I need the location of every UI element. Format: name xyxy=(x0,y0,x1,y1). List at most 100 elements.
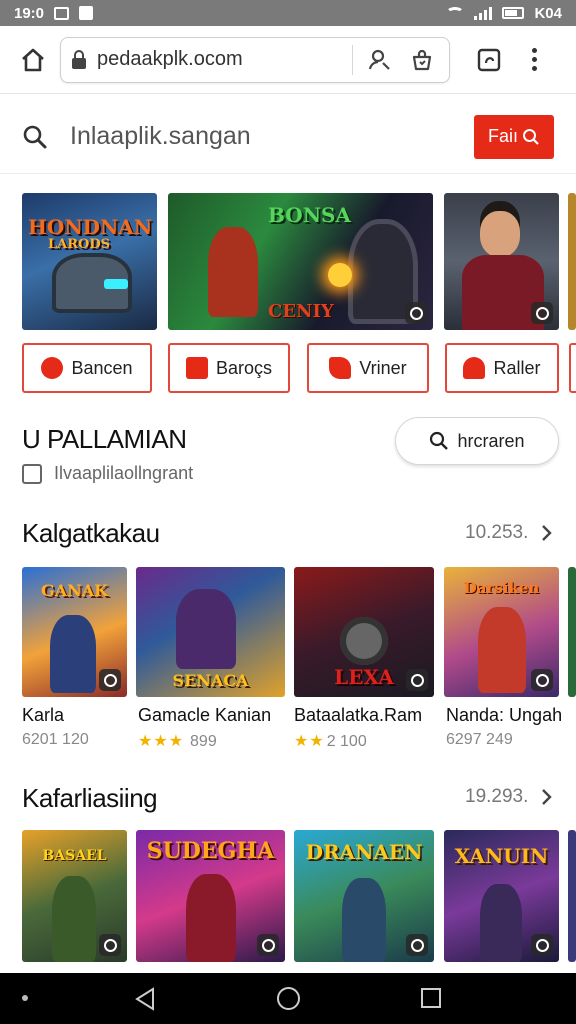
game-2-art xyxy=(176,589,236,669)
status-bar: 19:0 K04 xyxy=(0,0,576,26)
signal-icon xyxy=(474,6,493,20)
category-chip-1[interactable]: Bancen xyxy=(22,343,152,393)
section-subtitle: Ilvaaplilaollngrant xyxy=(54,463,194,483)
section-search-label: hrcraren xyxy=(457,430,525,451)
game-card-5[interactable] xyxy=(568,567,576,697)
game-7-art xyxy=(186,874,236,962)
featured-banner-4[interactable] xyxy=(568,193,576,330)
category-4-icon xyxy=(463,357,486,379)
back-button[interactable] xyxy=(134,987,156,1016)
info-icon xyxy=(22,463,42,484)
home-nav-button[interactable] xyxy=(277,987,300,1010)
search-bar: Inlaaplik.sangan Faiı xyxy=(0,100,576,174)
featured-banner-3[interactable] xyxy=(444,193,559,330)
game-1-art-text: GANAK xyxy=(40,581,109,600)
banner-badge-icon xyxy=(531,302,553,324)
game-9-art xyxy=(480,884,522,962)
search-input[interactable]: Inlaaplik.sangan xyxy=(70,122,474,151)
account-button[interactable] xyxy=(363,43,397,77)
recents-button[interactable] xyxy=(421,988,441,1008)
game-3-meta: 2 100 xyxy=(326,733,367,750)
notification-icon xyxy=(54,6,70,20)
game-8-art-text: DRANAEN xyxy=(305,840,423,864)
game-2-rating-stars: ★★★ xyxy=(138,733,185,750)
tabs-button[interactable] xyxy=(472,43,506,77)
banner-fire-art xyxy=(328,263,352,287)
back-icon xyxy=(135,987,154,1011)
shopping-button[interactable] xyxy=(405,43,439,77)
game-4-art xyxy=(478,607,526,693)
search-button-label: Faiı xyxy=(487,126,518,146)
home-button[interactable] xyxy=(12,39,54,81)
game-6-art xyxy=(52,876,96,962)
game-7-badge-icon xyxy=(257,934,279,956)
game-2-title: Gamacle Kanian xyxy=(138,705,272,725)
game-1-art xyxy=(50,615,96,693)
row1-see-all[interactable]: 10.253. xyxy=(465,522,553,544)
category-1-label: Bancen xyxy=(71,357,133,378)
game-card-7[interactable]: SUDEGHA xyxy=(136,830,285,962)
game-6-art-text: BASAEL xyxy=(42,848,107,864)
category-4-label: Raller xyxy=(493,357,541,378)
game-2-art-text: SENACA xyxy=(172,671,249,690)
game-2-meta-row: ★★★ 899 xyxy=(138,731,217,751)
game-1-meta: 6201 120 xyxy=(22,731,89,748)
banner-2-caption: CENIY xyxy=(268,301,334,322)
game-6-badge-icon xyxy=(99,934,121,956)
game-card-3[interactable]: LEXA xyxy=(294,567,434,697)
chevron-right-icon xyxy=(542,789,553,805)
category-2-label: Baroçs xyxy=(215,357,273,378)
category-chip-2[interactable]: Baroçs xyxy=(168,343,290,393)
game-1-badge-icon xyxy=(99,669,121,691)
featured-banner-1[interactable]: HONDNAN LARODS xyxy=(22,193,157,330)
banner-1-subtitle: LARODS xyxy=(48,237,111,252)
game-4-title: Nanda: Ungah xyxy=(446,705,563,725)
game-2-meta: 899 xyxy=(190,733,217,750)
section-heading: U PALLAMIAN xyxy=(22,424,187,454)
row2-title: Kafarliasiing xyxy=(22,783,158,813)
category-3-icon xyxy=(329,357,352,379)
url-text: pedaakplk.ocom xyxy=(97,48,243,70)
game-4-art-text: Darsiken xyxy=(463,579,540,597)
game-4-badge-icon xyxy=(531,669,553,691)
category-3-label: Vriner xyxy=(359,357,407,378)
game-card-8[interactable]: DRANAEN xyxy=(294,830,434,962)
category-chip-4[interactable]: Raller xyxy=(445,343,559,393)
game-1-title: Karla xyxy=(22,705,65,725)
search-button-icon xyxy=(523,128,539,145)
home-icon xyxy=(22,48,44,71)
row2-see-all[interactable]: 19.293. xyxy=(465,786,553,808)
lock-icon xyxy=(72,49,86,69)
banner-robot-eye xyxy=(104,279,128,289)
row2-count: 19.293. xyxy=(465,786,529,807)
tabs-icon xyxy=(477,48,501,71)
game-9-art-text: XANUIN xyxy=(454,844,549,868)
game-card-4[interactable]: Darsiken xyxy=(444,567,559,697)
game-card-6[interactable]: BASAEL xyxy=(22,830,127,962)
category-chip-5[interactable] xyxy=(569,343,576,393)
featured-banner-2[interactable]: BONSA CENIY xyxy=(168,193,433,330)
game-card-1[interactable]: GANAK xyxy=(22,567,127,697)
banner-hero-art xyxy=(208,227,258,317)
divider xyxy=(352,44,353,75)
chevron-right-icon xyxy=(542,525,553,541)
game-4-meta: 6297 249 xyxy=(446,731,513,748)
user-search-icon xyxy=(368,49,390,70)
category-chip-3[interactable]: Vriner xyxy=(307,343,429,393)
game-card-2[interactable]: SENACA xyxy=(136,567,285,697)
browser-toolbar: pedaakplk.ocom xyxy=(0,26,576,94)
address-bar[interactable]: pedaakplk.ocom xyxy=(60,36,450,83)
banner-hero-face-art xyxy=(480,211,520,257)
game-card-10[interactable] xyxy=(568,830,576,962)
bag-icon xyxy=(412,49,432,70)
overflow-menu-button[interactable] xyxy=(524,43,544,77)
game-3-badge-icon xyxy=(406,669,428,691)
section-search-button[interactable]: hrcraren xyxy=(395,417,559,465)
game-7-art-text: SUDEGHA xyxy=(146,838,275,864)
game-card-9[interactable]: XANUIN xyxy=(444,830,559,962)
category-1-icon xyxy=(41,357,64,379)
search-button[interactable]: Faiı xyxy=(474,114,554,159)
status-right-text: K04 xyxy=(534,4,562,22)
dot-icon xyxy=(22,995,28,1001)
game-3-meta-row: ★★ 2 100 xyxy=(294,731,367,751)
